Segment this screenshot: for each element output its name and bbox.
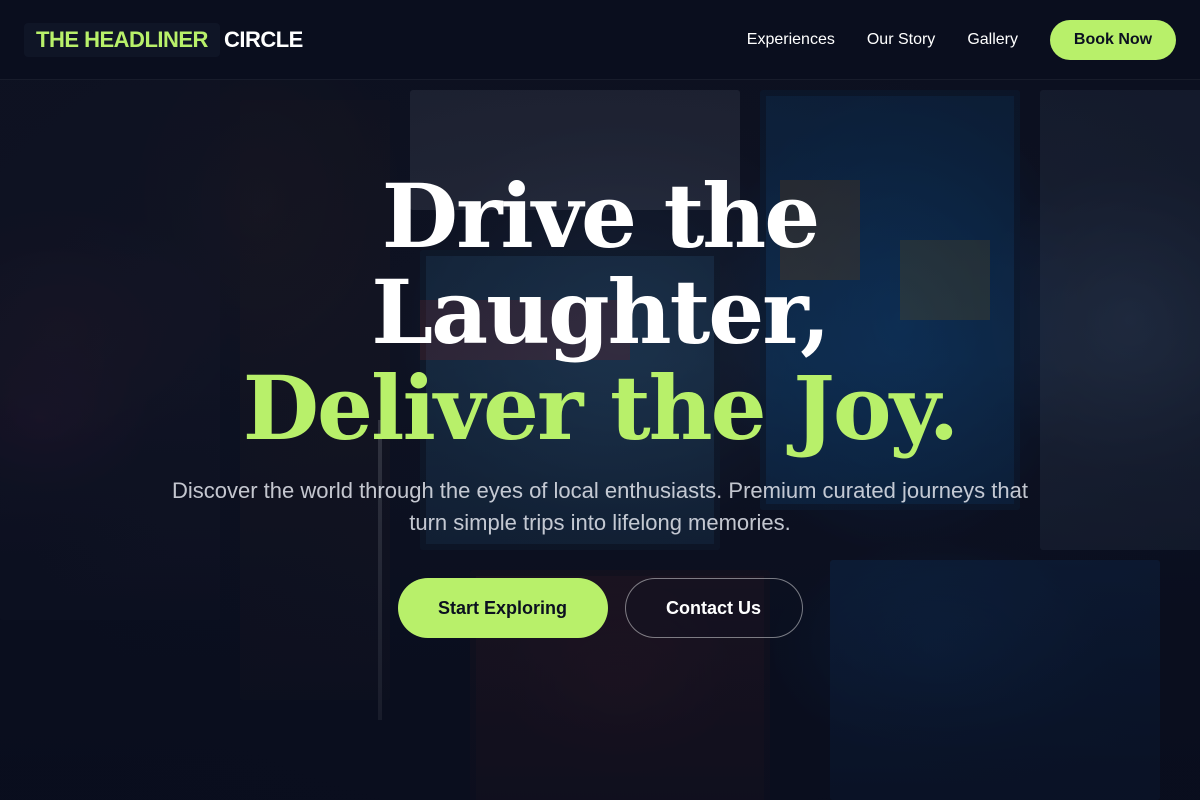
nav-link-our-story[interactable]: Our Story (867, 31, 935, 49)
nav-menu: Experiences Our Story Gallery Book Now (747, 19, 1176, 60)
book-now-button[interactable]: Book Now (1050, 19, 1176, 60)
start-exploring-button[interactable]: Start Exploring (397, 578, 608, 638)
headline-line-3: Deliver the Joy. (242, 356, 960, 460)
brand-name-primary: THE HEADLINER (24, 22, 220, 57)
nav-link-gallery[interactable]: Gallery (967, 31, 1018, 49)
brand-name-secondary: CIRCLE (223, 26, 303, 52)
hero-section: Drive the Laughter, Deliver the Joy. Dis… (0, 80, 1200, 800)
hero-headline: Drive the Laughter, Deliver the Joy. (0, 168, 1200, 456)
brand-logo[interactable]: THE HEADLINER CIRCLE (24, 22, 303, 57)
nav-link-experiences[interactable]: Experiences (747, 31, 835, 49)
contact-us-button[interactable]: Contact Us (624, 578, 803, 638)
headline-line-1: Drive the (381, 164, 820, 268)
headline-line-2: Laughter, (371, 260, 831, 364)
hero-subtitle: Discover the world through the eyes of l… (172, 478, 1028, 535)
top-navbar: THE HEADLINER CIRCLE Experiences Our Sto… (0, 0, 1200, 80)
hero-cta-group: Start Exploring Contact Us (0, 578, 1200, 638)
